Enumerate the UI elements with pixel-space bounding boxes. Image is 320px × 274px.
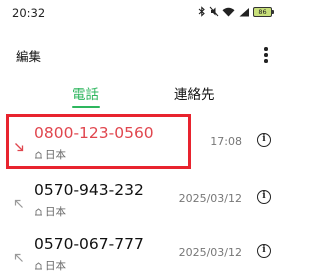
location-icon	[35, 208, 42, 216]
edit-button[interactable]: 編集	[16, 46, 41, 65]
info-icon[interactable]: i	[257, 190, 271, 204]
info-icon[interactable]: i	[257, 244, 271, 258]
outgoing-call-icon	[14, 253, 23, 262]
location-icon	[35, 262, 42, 270]
call-location-text: 日本	[45, 260, 66, 272]
active-tab-indicator	[72, 106, 100, 108]
wifi-icon	[222, 7, 235, 16]
call-location: 日本	[34, 258, 66, 273]
mobile-signal-icon	[239, 7, 249, 16]
call-location: 日本	[34, 204, 66, 219]
status-time: 20:32	[12, 6, 46, 20]
more-vertical-icon[interactable]	[260, 46, 272, 64]
call-log-row[interactable]: 0570-067-777 日本 2025/03/12 i	[0, 225, 286, 274]
call-time: 2025/03/12	[178, 246, 242, 259]
call-time: 2025/03/12	[178, 192, 242, 205]
battery-icon: 86	[253, 6, 274, 17]
status-icons: 86	[198, 6, 274, 17]
highlight-box	[6, 114, 191, 169]
battery-level: 86	[253, 6, 272, 17]
call-time: 17:08	[210, 135, 242, 148]
call-number: 0570-943-232	[34, 181, 144, 199]
call-number: 0570-067-777	[34, 235, 144, 253]
info-icon[interactable]: i	[257, 133, 271, 147]
mute-icon	[209, 6, 219, 17]
outgoing-call-icon	[14, 199, 23, 208]
call-location-text: 日本	[45, 206, 66, 218]
tab-contacts[interactable]: 連絡先	[174, 83, 215, 103]
status-bar: 20:32 86	[0, 0, 286, 26]
tab-phone[interactable]: 電話	[72, 83, 99, 103]
bluetooth-icon	[198, 6, 205, 17]
call-log-row[interactable]: 0570-943-232 日本 2025/03/12 i	[0, 171, 286, 229]
